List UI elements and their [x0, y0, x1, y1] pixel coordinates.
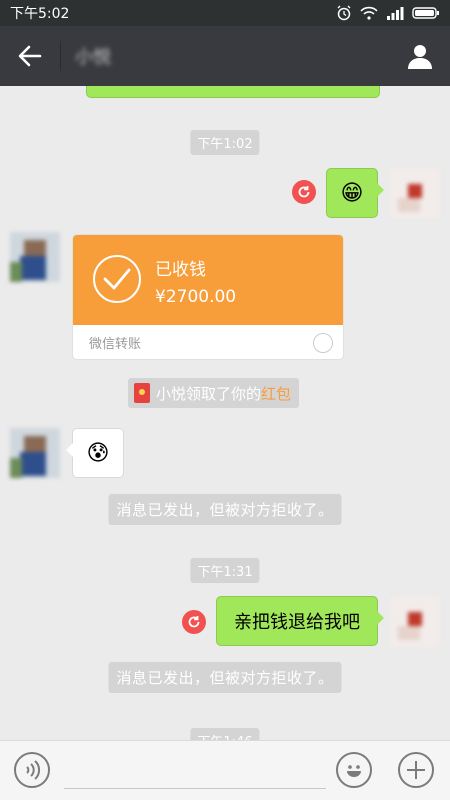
timestamp: 下午1:46 — [190, 728, 260, 740]
nav-divider — [60, 41, 61, 71]
incoming-emoji-bubble[interactable]: 😰 — [66, 428, 124, 478]
redpacket-link[interactable]: 红包 — [261, 385, 291, 403]
previous-message-bubble — [86, 86, 380, 98]
message-text: 亲把钱退给我吧 — [234, 612, 360, 633]
contact-name: 小悦 — [75, 47, 111, 68]
my-avatar[interactable] — [390, 596, 440, 646]
redpacket-notice: 小悦领取了你的红包 — [128, 378, 300, 408]
message-input[interactable] — [64, 755, 326, 789]
transfer-amount: ¥2700.00 — [155, 287, 237, 307]
arrow-left-icon — [18, 45, 42, 67]
emoji-button[interactable] — [336, 752, 372, 788]
outgoing-emoji-bubble[interactable]: 😁 — [326, 168, 384, 218]
profile-button[interactable] — [390, 26, 450, 86]
rejected-notice: 消息已发出，但被对方拒收了。 — [108, 494, 342, 525]
timestamp: 下午1:31 — [190, 558, 260, 583]
my-avatar[interactable] — [390, 168, 440, 218]
person-icon — [408, 45, 432, 69]
battery-icon — [412, 7, 439, 19]
transfer-label: 微信转账 — [89, 337, 142, 352]
refresh-icon — [188, 616, 200, 628]
wifi-icon — [360, 6, 378, 20]
redpacket-notice-text: 小悦领取了你的 — [156, 384, 262, 403]
grin-emoji: 😁 — [340, 180, 364, 206]
voice-button[interactable] — [14, 752, 50, 788]
alarm-icon — [337, 5, 351, 21]
more-button[interactable] — [398, 752, 434, 788]
contact-avatar[interactable] — [10, 428, 60, 478]
red-packet-icon — [134, 383, 150, 403]
status-bar: 下午5:02 — [0, 0, 450, 26]
chat-header: 小悦 — [0, 26, 450, 86]
transfer-status: 已收钱 — [155, 260, 206, 280]
contact-avatar[interactable] — [10, 232, 60, 282]
nervous-emoji: 😰 — [86, 440, 110, 466]
wechat-pay-icon — [313, 333, 333, 353]
status-time: 下午5:02 — [10, 6, 70, 22]
rejected-notice: 消息已发出，但被对方拒收了。 — [108, 662, 342, 693]
signal-icon — [387, 7, 404, 20]
transfer-card[interactable]: 已收钱 ¥2700.00 微信转账 — [72, 234, 344, 360]
check-circle-icon — [93, 255, 141, 303]
smiley-icon — [347, 765, 361, 777]
back-button[interactable] — [0, 26, 60, 86]
chat-area[interactable]: 下午1:02 😁 已收钱 ¥2700.00 微信转账 小悦领取了你的红包 😰 消… — [0, 86, 450, 740]
outgoing-text-bubble[interactable]: 亲把钱退给我吧 — [216, 596, 384, 646]
plus-icon — [407, 761, 425, 779]
refresh-icon — [298, 186, 310, 198]
resend-button[interactable] — [182, 610, 206, 634]
voice-icon — [26, 760, 41, 780]
status-icons — [336, 5, 440, 21]
resend-button[interactable] — [292, 180, 316, 204]
timestamp: 下午1:02 — [190, 130, 260, 155]
input-bar — [0, 740, 450, 800]
